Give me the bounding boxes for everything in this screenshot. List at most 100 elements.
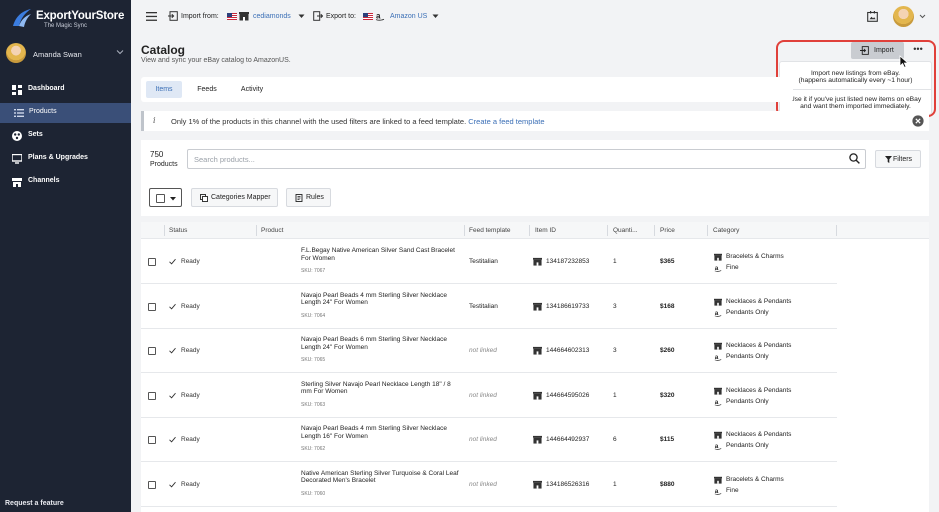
column-header-status[interactable]: Status (169, 227, 187, 234)
item-id[interactable]: 134187232853 (546, 258, 589, 265)
item-id[interactable]: 144664602313 (546, 347, 589, 354)
list-icon (14, 109, 24, 117)
calendar-image-icon[interactable] (867, 11, 878, 22)
create-feed-template-link[interactable]: Create a feed template (468, 117, 544, 126)
table-row[interactable]: Ready Navajo Pearl Beads 4 mm Sterling S… (141, 418, 837, 462)
product-count: 750 (150, 150, 164, 159)
sidebar-item-label: Products (29, 108, 57, 115)
info-icon: i (153, 116, 156, 125)
user-menu[interactable]: Amanda Swan (0, 40, 131, 70)
quantity: 1 (613, 258, 617, 265)
row-checkbox[interactable] (148, 436, 156, 444)
mouse-cursor-icon (899, 55, 909, 68)
table-row[interactable]: Ready Navajo Pearl Beads 4 mm Sterling S… (141, 285, 837, 329)
row-checkbox[interactable] (148, 302, 156, 311)
product-name[interactable]: Navajo Pearl Beads 4 mm Sterling Silver … (301, 292, 463, 307)
tab-bar: Items Feeds Activity (141, 77, 793, 102)
feed-template[interactable]: not linked (469, 392, 497, 399)
search-icon[interactable] (849, 153, 860, 164)
tab-feeds[interactable]: Feeds (189, 81, 225, 98)
chevron-down-icon[interactable] (919, 13, 926, 19)
export-store-select[interactable]: Amazon US (390, 13, 427, 20)
product-sku: SKU: 7067 (301, 268, 326, 274)
caret-down-icon[interactable] (298, 13, 305, 19)
ebay-category: Bracelets & Charms (726, 253, 784, 260)
request-feature-link[interactable]: Request a feature (5, 500, 64, 507)
row-checkbox[interactable] (148, 258, 156, 266)
ebay-store-icon (533, 435, 542, 444)
column-divider (707, 225, 708, 236)
avatar (6, 43, 26, 63)
product-sku: SKU: 7063 (301, 401, 326, 408)
status-text: Ready (181, 436, 200, 443)
page-subtitle: View and sync your eBay catalog to Amazo… (141, 57, 291, 64)
product-name[interactable]: Navajo Pearl Beads 6 mm Sterling Silver … (301, 336, 463, 351)
import-from-label: Import from: (181, 13, 219, 20)
close-icon[interactable] (912, 115, 924, 127)
feed-template[interactable]: not linked (469, 481, 497, 488)
tab-activity[interactable]: Activity (234, 81, 270, 98)
ebay-store-icon (714, 342, 722, 350)
column-header-category[interactable]: Category (713, 227, 739, 234)
filters-button[interactable]: Filters (875, 150, 921, 168)
product-name[interactable]: Native American Sterling Silver Turquois… (301, 470, 463, 485)
price: $320 (660, 391, 675, 399)
hamburger-menu-icon[interactable] (146, 12, 157, 21)
ebay-category: Bracelets & Charms (726, 475, 784, 483)
product-name[interactable]: Navajo Pearl Beads 4 mm Sterling Silver … (301, 425, 463, 440)
bulk-select-dropdown[interactable] (149, 188, 182, 207)
feed-template[interactable]: Testitalian (469, 303, 498, 310)
sidebar: ExportYourStore The Magic Sync Amanda Sw… (0, 0, 131, 512)
sidebar-item-dashboard[interactable]: Dashboard (0, 80, 131, 100)
caret-down-icon[interactable] (432, 13, 439, 19)
status-text: Ready (181, 258, 200, 265)
search-input[interactable] (187, 149, 866, 169)
ebay-category: Necklaces & Pendants (726, 342, 792, 349)
column-divider (836, 225, 837, 236)
column-header-price[interactable]: Price (660, 227, 675, 234)
product-count-label: Products (150, 161, 178, 168)
tab-items[interactable]: Items (146, 81, 182, 98)
product-name[interactable]: F.L.Begay Native American Silver Sand Ca… (301, 247, 463, 262)
rules-button[interactable]: Rules (286, 188, 331, 207)
import-store-select[interactable]: cediamonds (253, 13, 291, 20)
product-name[interactable]: Sterling Silver Navajo Pearl Necklace Le… (301, 381, 463, 396)
product-sku: SKU: 7060 (301, 490, 326, 497)
row-checkbox[interactable] (148, 480, 156, 489)
table-header: Status Product Feed template Item ID Qua… (141, 222, 929, 239)
app-logo[interactable]: ExportYourStore The Magic Sync (10, 6, 125, 30)
row-checkbox[interactable] (148, 347, 156, 355)
row-checkbox[interactable] (148, 391, 156, 400)
products-toolbar: 750 Products Filters Categories Mapper R… (141, 140, 929, 216)
logo-title: ExportYourStore (36, 10, 125, 22)
item-id[interactable]: 134186619733 (546, 303, 589, 310)
column-header-feed-template[interactable]: Feed template (469, 227, 511, 234)
item-id[interactable]: 144664595026 (546, 392, 589, 399)
avatar[interactable] (893, 6, 914, 27)
select-all-checkbox[interactable] (156, 194, 165, 203)
column-header-quantity[interactable]: Quanti... (613, 227, 638, 234)
sidebar-item-products[interactable]: Products (0, 103, 131, 123)
item-id[interactable]: 134186526316 (546, 481, 589, 488)
table-row[interactable]: Ready Native American Sterling Silver Tu… (141, 463, 837, 507)
table-row[interactable]: Ready Navajo Pearl Beads 6 mm Sterling S… (141, 329, 837, 373)
sidebar-item-label: Sets (28, 131, 43, 138)
feed-template[interactable]: not linked (469, 436, 497, 443)
table-row[interactable]: Ready Sterling Silver Navajo Pearl Neckl… (141, 374, 837, 418)
rules-icon (295, 194, 303, 202)
column-header-item-id[interactable]: Item ID (535, 227, 556, 234)
feed-template[interactable]: Testitalian (469, 258, 498, 265)
sidebar-item-label: Channels (28, 177, 60, 184)
sidebar-item-sets[interactable]: Sets (0, 126, 131, 146)
sidebar-item-plans[interactable]: Plans & Upgrades (0, 149, 131, 169)
item-id[interactable]: 144664492937 (546, 436, 589, 443)
table-row[interactable]: Ready F.L.Begay Native American Silver S… (141, 240, 837, 284)
feed-template[interactable]: not linked (469, 347, 497, 354)
caret-down-icon (170, 197, 176, 201)
categories-mapper-button[interactable]: Categories Mapper (191, 188, 278, 207)
sidebar-item-channels[interactable]: Channels (0, 172, 131, 192)
store-icon (12, 178, 22, 187)
ebay-category: Necklaces & Pendants (726, 297, 792, 305)
column-header-product[interactable]: Product (261, 227, 283, 234)
price: $880 (660, 480, 675, 488)
